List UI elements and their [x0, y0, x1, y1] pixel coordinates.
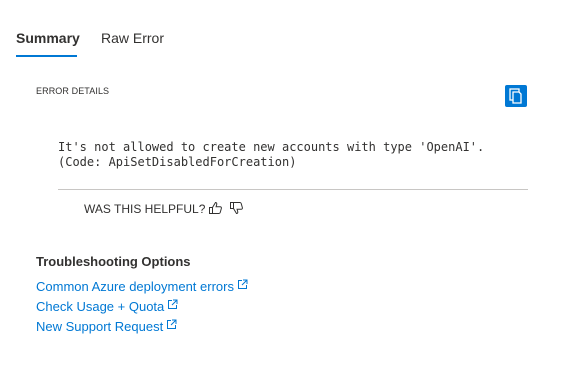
- divider: [58, 189, 528, 190]
- thumbs-up-button[interactable]: [208, 200, 224, 216]
- troubleshooting-title: Troubleshooting Options: [36, 254, 191, 269]
- external-link-icon: [168, 299, 178, 309]
- thumbs-down-icon: [230, 202, 243, 215]
- error-details-panel: Summary Raw Error ERROR DETAILS It's not…: [0, 0, 569, 376]
- check-usage-quota-link[interactable]: Check Usage + Quota: [36, 299, 178, 314]
- error-details-label: ERROR DETAILS: [36, 86, 110, 96]
- thumbs-up-icon: [209, 201, 222, 214]
- error-message: It's not allowed to create new accounts …: [58, 140, 484, 170]
- external-link-icon: [237, 279, 248, 289]
- link-label: Common Azure deployment errors: [36, 279, 234, 294]
- error-message-line: It's not allowed to create new accounts …: [58, 140, 485, 154]
- tab-raw-error[interactable]: Raw Error: [101, 29, 164, 47]
- common-deployment-errors-link[interactable]: Common Azure deployment errors: [36, 279, 248, 294]
- copy-button[interactable]: [505, 85, 527, 107]
- error-code-line: (Code: ApiSetDisabledForCreation): [58, 155, 297, 169]
- new-support-request-link[interactable]: New Support Request: [36, 319, 177, 334]
- link-label: Check Usage + Quota: [36, 299, 165, 314]
- link-label: New Support Request: [36, 319, 164, 334]
- thumbs-down-button[interactable]: [229, 200, 245, 216]
- feedback-label: WAS THIS HELPFUL?: [84, 202, 206, 216]
- tab-summary[interactable]: Summary: [16, 29, 80, 47]
- active-tab-indicator: [16, 55, 77, 57]
- copy-icon: [509, 88, 522, 104]
- external-link-icon: [167, 319, 177, 329]
